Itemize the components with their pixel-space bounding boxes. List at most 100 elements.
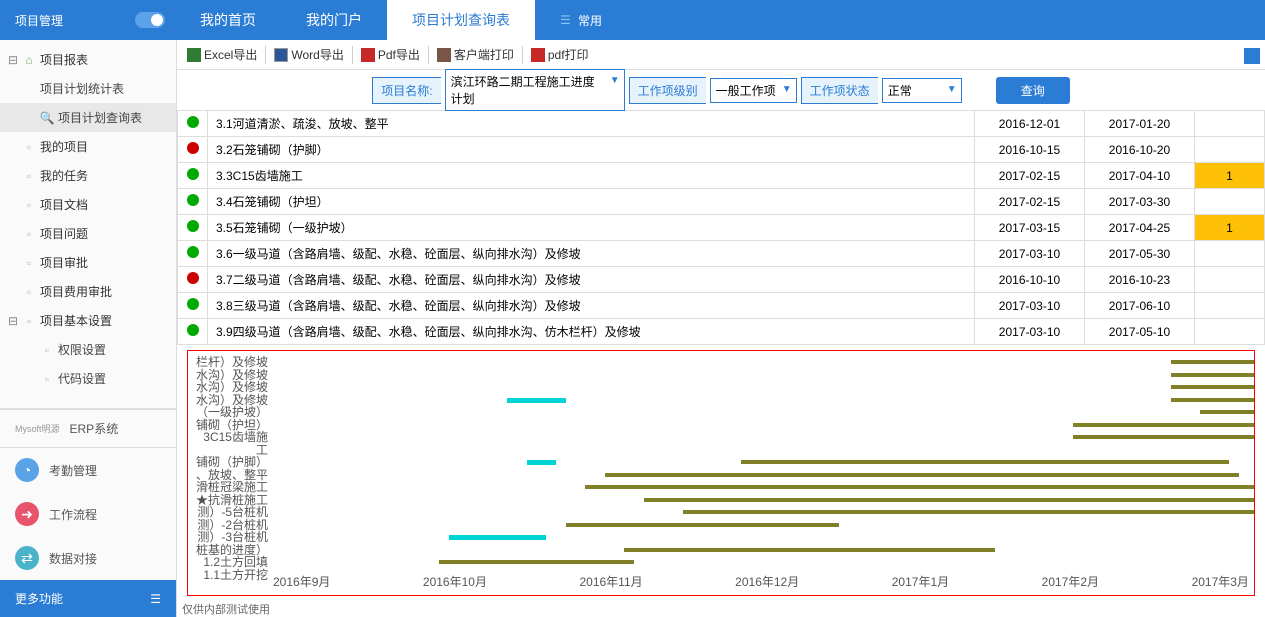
erp-system[interactable]: Mysoft明源 ERP系统 xyxy=(0,408,176,447)
pdf-print-icon xyxy=(531,48,545,62)
gantt-bar xyxy=(1171,398,1255,402)
sidebar-item[interactable]: ▫代码设置 xyxy=(0,364,176,393)
gantt-bar xyxy=(644,498,1255,502)
project-name-label: 项目名称: xyxy=(372,77,440,104)
sidebar-item[interactable]: ▫项目审批 xyxy=(0,248,176,277)
gantt-bars-area xyxy=(273,356,1249,570)
table-row[interactable]: 3.8三级马道（含路肩墙、级配、水稳、砼面层、纵向排水沟）及修坡2017-03-… xyxy=(178,293,1265,319)
house-icon: ⌂ xyxy=(22,53,36,67)
folder-icon: ▫ xyxy=(40,372,54,386)
folder-icon: ▫ xyxy=(40,343,54,357)
work-level-label: 工作项级别 xyxy=(629,77,706,104)
erp-logo-icon: Mysoft明源 xyxy=(15,422,60,435)
excel-export-button[interactable]: Excel导出 xyxy=(187,46,257,63)
word-icon xyxy=(274,48,288,62)
gantt-bar xyxy=(439,560,634,564)
table-row[interactable]: 3.1河道清淤、疏浚、放坡、整平2016-12-012017-01-20 xyxy=(178,111,1265,137)
folder-icon: ▫ xyxy=(22,314,36,328)
folder-icon: ▫ xyxy=(22,169,36,183)
project-name-select[interactable]: 滨江环路二期工程施工进度计划▼ xyxy=(445,69,625,111)
tab-portal[interactable]: 我的门户 xyxy=(281,0,387,40)
word-export-button[interactable]: Word导出 xyxy=(274,46,343,63)
status-dot xyxy=(187,246,199,258)
query-button[interactable]: 查询 xyxy=(996,77,1070,104)
dropdown-icon: ▼ xyxy=(610,75,620,86)
app-title-block: 项目管理 xyxy=(0,12,175,29)
sidebar-item[interactable]: ⊟▫项目基本设置 xyxy=(0,306,176,335)
menu-circle-icon: ⇄ xyxy=(15,546,39,570)
gantt-chart: 栏杆）及修坡水沟）及修坡水沟）及修坡水沟）及修坡（一级护坡）铺砌（护坦）3C15… xyxy=(187,350,1255,596)
gantt-row-labels: 栏杆）及修坡水沟）及修坡水沟）及修坡水沟）及修坡（一级护坡）铺砌（护坦）3C15… xyxy=(193,356,268,581)
gantt-bar xyxy=(1200,410,1255,414)
bottom-menu-item[interactable]: ⇄数据对接 xyxy=(0,536,176,580)
more-button[interactable]: 更多功能 ☰ xyxy=(0,580,176,617)
menu-icon: ☰ xyxy=(560,13,574,27)
gantt-bar xyxy=(1171,510,1255,514)
nav-tree: ⊟⌂项目报表项目计划统计表🔍项目计划查询表▫我的项目▫我的任务▫项目文档▫项目问… xyxy=(0,40,176,408)
folder-icon: ▫ xyxy=(22,140,36,154)
gantt-time-axis: 2016年9月2016年10月2016年11月2016年12月2017年1月20… xyxy=(273,573,1249,590)
gantt-bar xyxy=(585,485,1255,489)
work-level-select[interactable]: 一般工作项▼ xyxy=(710,78,797,103)
pdf-print-button[interactable]: pdf打印 xyxy=(531,46,589,63)
sidebar-item[interactable]: ▫项目费用审批 xyxy=(0,277,176,306)
excel-icon xyxy=(187,48,201,62)
tab-plan-query[interactable]: 项目计划查询表 xyxy=(387,0,535,40)
menu-circle-icon: ➜ xyxy=(15,502,39,526)
gantt-bar xyxy=(1171,385,1255,389)
pdf-export-button[interactable]: Pdf导出 xyxy=(361,46,420,63)
sidebar-item[interactable]: ▫我的项目 xyxy=(0,132,176,161)
sidebar: ⊟⌂项目报表项目计划统计表🔍项目计划查询表▫我的项目▫我的任务▫项目文档▫项目问… xyxy=(0,40,177,617)
client-print-button[interactable]: 客户端打印 xyxy=(437,46,514,63)
table-row[interactable]: 3.2石笼铺砌（护脚）2016-10-152016-10-20 xyxy=(178,137,1265,163)
status-dot xyxy=(187,116,199,128)
save-icon[interactable] xyxy=(1244,48,1260,64)
gantt-bar xyxy=(1171,360,1255,364)
work-status-select[interactable]: 正常▼ xyxy=(882,78,962,103)
tab-common[interactable]: ☰ 常用 xyxy=(535,0,627,40)
sidebar-item[interactable]: ▫权限设置 xyxy=(0,335,176,364)
table-row[interactable]: 3.6一级马道（含路肩墙、级配、水稳、砼面层、纵向排水沟）及修坡2017-03-… xyxy=(178,241,1265,267)
sidebar-item[interactable]: 🔍项目计划查询表 xyxy=(0,103,176,132)
print-icon xyxy=(437,48,451,62)
data-table: 3.1河道清淤、疏浚、放坡、整平2016-12-012017-01-203.2石… xyxy=(177,110,1265,345)
status-dot xyxy=(187,220,199,232)
main-content: Excel导出 Word导出 Pdf导出 客户端打印 pdf打印 项目名称: 滨… xyxy=(177,40,1265,617)
pdf-icon xyxy=(361,48,375,62)
table-row[interactable]: 3.4石笼铺砌（护坦）2017-02-152017-03-30 xyxy=(178,189,1265,215)
gantt-bar xyxy=(507,398,566,403)
tab-home[interactable]: 我的首页 xyxy=(175,0,281,40)
sidebar-item[interactable]: ▫我的任务 xyxy=(0,161,176,190)
status-dot xyxy=(187,272,199,284)
sidebar-toggle[interactable] xyxy=(135,12,165,28)
folder-icon: ▫ xyxy=(22,198,36,212)
sidebar-item[interactable]: ▫项目问题 xyxy=(0,219,176,248)
status-dot xyxy=(187,324,199,336)
work-status-label: 工作项状态 xyxy=(801,77,878,104)
app-title: 项目管理 xyxy=(15,12,63,29)
gantt-bar xyxy=(1073,435,1255,439)
filter-bar: 项目名称: 滨江环路二期工程施工进度计划▼ 工作项级别 一般工作项▼ 工作项状态… xyxy=(177,70,1265,110)
bottom-menu-item[interactable]: ➜工作流程 xyxy=(0,492,176,536)
sidebar-item[interactable]: 项目计划统计表 xyxy=(0,74,176,103)
table-row[interactable]: 3.7二级马道（含路肩墙、级配、水稳、砼面层、纵向排水沟）及修坡2016-10-… xyxy=(178,267,1265,293)
sidebar-item[interactable]: ⊟⌂项目报表 xyxy=(0,45,176,74)
gantt-bar xyxy=(566,523,839,527)
table-row[interactable]: 3.9四级马道（含路肩墙、级配、水稳、砼面层、纵向排水沟、仿木栏杆）及修坡201… xyxy=(178,319,1265,345)
dropdown-icon: ▼ xyxy=(947,84,957,95)
table-row[interactable]: 3.3C15齿墙施工2017-02-152017-04-101 xyxy=(178,163,1265,189)
gantt-bar xyxy=(683,510,1255,514)
hamburger-icon: ☰ xyxy=(150,592,161,606)
gantt-bar xyxy=(1171,373,1255,377)
folder-icon: ▫ xyxy=(22,285,36,299)
sidebar-item[interactable]: ▫项目文档 xyxy=(0,190,176,219)
table-row[interactable]: 3.5石笼铺砌（一级护坡）2017-03-152017-04-251 xyxy=(178,215,1265,241)
status-dot xyxy=(187,298,199,310)
folder-icon: ▫ xyxy=(22,256,36,270)
main-tabs: 我的首页 我的门户 项目计划查询表 ☰ 常用 xyxy=(175,0,627,40)
footer-text: 仅供内部测试使用 xyxy=(177,601,1265,617)
status-dot xyxy=(187,142,199,154)
bottom-menu-item[interactable]: ◔考勤管理 xyxy=(0,448,176,492)
dropdown-icon: ▼ xyxy=(782,84,792,95)
gantt-bar xyxy=(605,473,1239,477)
